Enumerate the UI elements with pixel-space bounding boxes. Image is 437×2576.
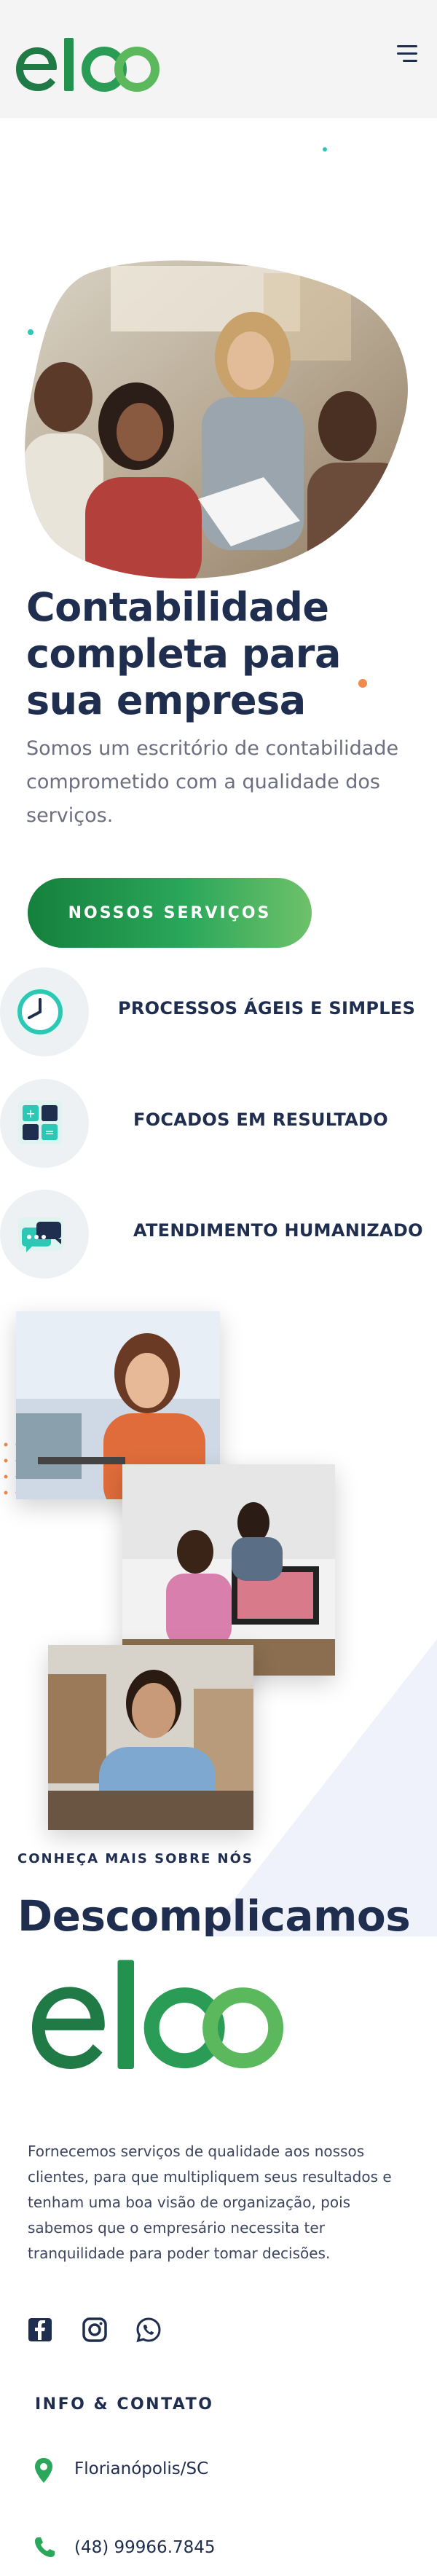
about-title: Descomplicamos: [17, 1891, 411, 1941]
hero-team-photo: [25, 260, 408, 579]
phone-icon: [35, 2537, 55, 2557]
feature-label: PROCESSOS ÁGEIS E SIMPLES: [118, 998, 416, 1018]
office-team-photo: [122, 1464, 335, 1676]
site-footer: Fornecemos serviços de qualidade aos nos…: [0, 1936, 437, 2576]
site-header: [0, 0, 437, 118]
footer-description: Fornecemos serviços de qualidade aos nos…: [28, 2143, 392, 2262]
chat-bubbles-icon: [18, 1217, 63, 1252]
svg-text:+: +: [25, 1107, 35, 1120]
feature-label: FOCADOS EM RESULTADO: [133, 1110, 388, 1130]
instagram-icon[interactable]: [82, 2317, 108, 2343]
about-kicker: CONHEÇA MAIS SOBRE NÓS: [17, 1851, 253, 1866]
smiling-man-photo: [48, 1645, 253, 1830]
feature-label: ATENDIMENTO HUMANIZADO: [133, 1220, 423, 1241]
decorative-dot: [323, 147, 327, 152]
eloo-footer-logo[interactable]: [26, 1960, 296, 2082]
location-text: Florianópolis/SC: [74, 2459, 209, 2478]
phone-text[interactable]: (48) 99966.7845: [74, 2538, 216, 2557]
clock-icon: [15, 987, 65, 1037]
our-services-button[interactable]: NOSSOS SERVIÇOS: [28, 878, 312, 948]
hero-subtitle: Somos um escritório de contabilidade com…: [26, 737, 399, 827]
location-pin-icon: [35, 2458, 52, 2483]
info-contact-title: INFO & CONTATO: [35, 2395, 214, 2414]
hero-title: Contabilidade completa para sua empresa: [26, 584, 341, 723]
svg-text:=: =: [44, 1126, 54, 1139]
whatsapp-icon[interactable]: [135, 2317, 162, 2343]
calculator-icon: + =: [18, 1101, 62, 1144]
feature-humanized-service: ATENDIMENTO HUMANIZADO: [0, 1184, 437, 1286]
menu-button[interactable]: [397, 45, 422, 67]
facebook-icon[interactable]: [27, 2317, 53, 2343]
feature-result-focused: + = FOCADOS EM RESULTADO: [0, 1073, 437, 1175]
hamburger-menu-icon: [397, 45, 417, 47]
feature-agile-processes: PROCESSOS ÁGEIS E SIMPLES: [0, 962, 437, 1064]
eloo-logo[interactable]: [13, 36, 181, 95]
